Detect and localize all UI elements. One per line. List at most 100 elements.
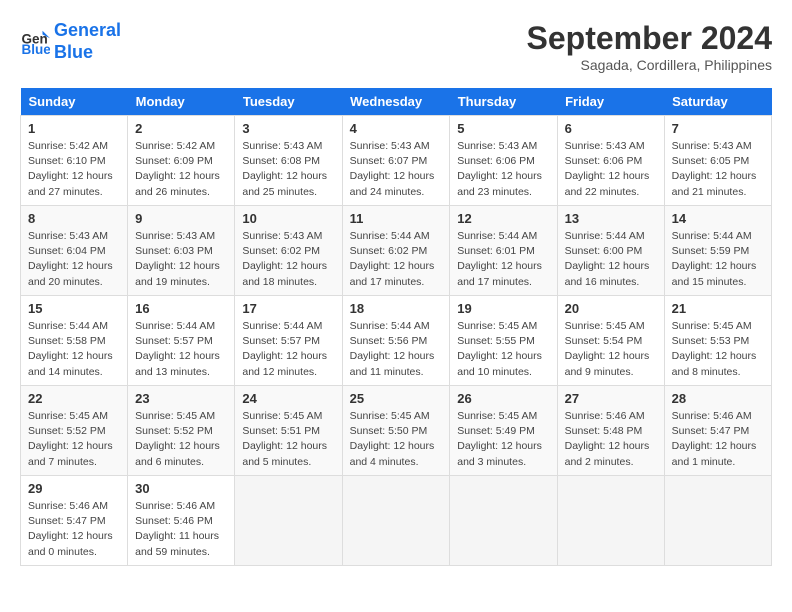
title-section: September 2024 Sagada, Cordillera, Phili… [527,20,772,73]
day-number: 30 [135,481,227,496]
table-row: 8 Sunrise: 5:43 AMSunset: 6:04 PMDaylight… [21,206,128,296]
table-row: 3Sunrise: 5:43 AMSunset: 6:08 PMDaylight… [235,116,342,206]
table-row: 16Sunrise: 5:44 AMSunset: 5:57 PMDayligh… [128,296,235,386]
day-number: 3 [242,121,334,136]
calendar-week-row: 15 Sunrise: 5:44 AMSunset: 5:58 PMDayligh… [21,296,772,386]
table-row: 24Sunrise: 5:45 AMSunset: 5:51 PMDayligh… [235,386,342,476]
day-info: Sunrise: 5:43 AMSunset: 6:06 PMDaylight:… [457,139,549,200]
day-info: Sunrise: 5:44 AMSunset: 6:02 PMDaylight:… [350,229,443,290]
table-row: 29 Sunrise: 5:46 AMSunset: 5:47 PMDayligh… [21,476,128,566]
day-number: 26 [457,391,549,406]
page-header: Gen Blue General Blue September 2024 Sag… [20,20,772,73]
table-row: 20 Sunrise: 5:45 AMSunset: 5:54 PMDayligh… [557,296,664,386]
day-number: 5 [457,121,549,136]
day-info: Sunrise: 5:44 AMSunset: 5:58 PMDaylight:… [28,319,120,380]
day-info: Sunrise: 5:42 AMSunset: 6:10 PMDaylight:… [28,139,120,200]
col-friday: Friday [557,88,664,116]
logo-general: General [54,20,121,40]
day-number: 25 [350,391,443,406]
day-number: 8 [28,211,120,226]
day-info: Sunrise: 5:46 AMSunset: 5:47 PMDaylight:… [28,499,120,560]
table-row: 6 Sunrise: 5:43 AMSunset: 6:06 PMDaylight… [557,116,664,206]
day-number: 22 [28,391,120,406]
day-info: Sunrise: 5:45 AMSunset: 5:50 PMDaylight:… [350,409,443,470]
table-row: 19 Sunrise: 5:45 AMSunset: 5:55 PMDayligh… [450,296,557,386]
day-info: Sunrise: 5:45 AMSunset: 5:55 PMDaylight:… [457,319,549,380]
table-row: 14 Sunrise: 5:44 AMSunset: 5:59 PMDayligh… [664,206,771,296]
month-title: September 2024 [527,20,772,57]
day-number: 29 [28,481,120,496]
day-number: 4 [350,121,443,136]
table-row: 30 Sunrise: 5:46 AMSunset: 5:46 PMDayligh… [128,476,235,566]
day-number: 15 [28,301,120,316]
calendar-week-row: 8 Sunrise: 5:43 AMSunset: 6:04 PMDaylight… [21,206,772,296]
day-number: 27 [565,391,657,406]
day-number: 14 [672,211,764,226]
table-row: 1 Sunrise: 5:42 AMSunset: 6:10 PMDaylight… [21,116,128,206]
table-row: 12 Sunrise: 5:44 AMSunset: 6:01 PMDayligh… [450,206,557,296]
table-row [235,476,342,566]
day-info: Sunrise: 5:45 AMSunset: 5:54 PMDaylight:… [565,319,657,380]
table-row: 18 Sunrise: 5:44 AMSunset: 5:56 PMDayligh… [342,296,450,386]
day-number: 12 [457,211,549,226]
day-info: Sunrise: 5:45 AMSunset: 5:52 PMDaylight:… [28,409,120,470]
svg-text:Blue: Blue [22,42,51,57]
table-row: 26 Sunrise: 5:45 AMSunset: 5:49 PMDayligh… [450,386,557,476]
day-number: 20 [565,301,657,316]
table-row: 23 Sunrise: 5:45 AMSunset: 5:52 PMDayligh… [128,386,235,476]
col-tuesday: Tuesday [235,88,342,116]
day-info: Sunrise: 5:46 AMSunset: 5:47 PMDaylight:… [672,409,764,470]
table-row [450,476,557,566]
col-sunday: Sunday [21,88,128,116]
table-row: 28 Sunrise: 5:46 AMSunset: 5:47 PMDayligh… [664,386,771,476]
calendar-week-row: 29 Sunrise: 5:46 AMSunset: 5:47 PMDayligh… [21,476,772,566]
table-row: 27 Sunrise: 5:46 AMSunset: 5:48 PMDayligh… [557,386,664,476]
table-row [557,476,664,566]
table-row: 22 Sunrise: 5:45 AMSunset: 5:52 PMDayligh… [21,386,128,476]
day-info: Sunrise: 5:45 AMSunset: 5:52 PMDaylight:… [135,409,227,470]
day-number: 16 [135,301,227,316]
col-saturday: Saturday [664,88,771,116]
col-monday: Monday [128,88,235,116]
day-number: 1 [28,121,120,136]
day-info: Sunrise: 5:42 AMSunset: 6:09 PMDaylight:… [135,139,227,200]
table-row: 5 Sunrise: 5:43 AMSunset: 6:06 PMDaylight… [450,116,557,206]
logo: Gen Blue General Blue [20,20,121,63]
day-info: Sunrise: 5:44 AMSunset: 5:56 PMDaylight:… [350,319,443,380]
day-number: 23 [135,391,227,406]
day-info: Sunrise: 5:43 AMSunset: 6:05 PMDaylight:… [672,139,764,200]
calendar-table: Sunday Monday Tuesday Wednesday Thursday… [20,88,772,566]
day-info: Sunrise: 5:44 AMSunset: 6:01 PMDaylight:… [457,229,549,290]
day-info: Sunrise: 5:45 AMSunset: 5:51 PMDaylight:… [242,409,334,470]
day-info: Sunrise: 5:46 AMSunset: 5:46 PMDaylight:… [135,499,227,560]
logo-text: General Blue [54,20,121,63]
day-number: 21 [672,301,764,316]
day-info: Sunrise: 5:43 AMSunset: 6:07 PMDaylight:… [350,139,443,200]
day-info: Sunrise: 5:44 AMSunset: 6:00 PMDaylight:… [565,229,657,290]
table-row [664,476,771,566]
day-number: 28 [672,391,764,406]
day-info: Sunrise: 5:46 AMSunset: 5:48 PMDaylight:… [565,409,657,470]
calendar-header-row: Sunday Monday Tuesday Wednesday Thursday… [21,88,772,116]
logo-icon: Gen Blue [20,27,50,57]
col-wednesday: Wednesday [342,88,450,116]
day-info: Sunrise: 5:43 AMSunset: 6:06 PMDaylight:… [565,139,657,200]
table-row: 17Sunrise: 5:44 AMSunset: 5:57 PMDayligh… [235,296,342,386]
day-number: 6 [565,121,657,136]
day-number: 10 [242,211,334,226]
day-info: Sunrise: 5:45 AMSunset: 5:49 PMDaylight:… [457,409,549,470]
day-info: Sunrise: 5:45 AMSunset: 5:53 PMDaylight:… [672,319,764,380]
day-info: Sunrise: 5:43 AMSunset: 6:03 PMDaylight:… [135,229,227,290]
table-row: 25 Sunrise: 5:45 AMSunset: 5:50 PMDayligh… [342,386,450,476]
table-row: 10Sunrise: 5:43 AMSunset: 6:02 PMDayligh… [235,206,342,296]
day-number: 18 [350,301,443,316]
day-info: Sunrise: 5:43 AMSunset: 6:04 PMDaylight:… [28,229,120,290]
logo-blue: Blue [54,42,93,62]
day-number: 9 [135,211,227,226]
day-number: 19 [457,301,549,316]
day-number: 2 [135,121,227,136]
day-info: Sunrise: 5:44 AMSunset: 5:59 PMDaylight:… [672,229,764,290]
table-row: 21 Sunrise: 5:45 AMSunset: 5:53 PMDayligh… [664,296,771,386]
day-number: 11 [350,211,443,226]
day-info: Sunrise: 5:44 AMSunset: 5:57 PMDaylight:… [242,319,334,380]
